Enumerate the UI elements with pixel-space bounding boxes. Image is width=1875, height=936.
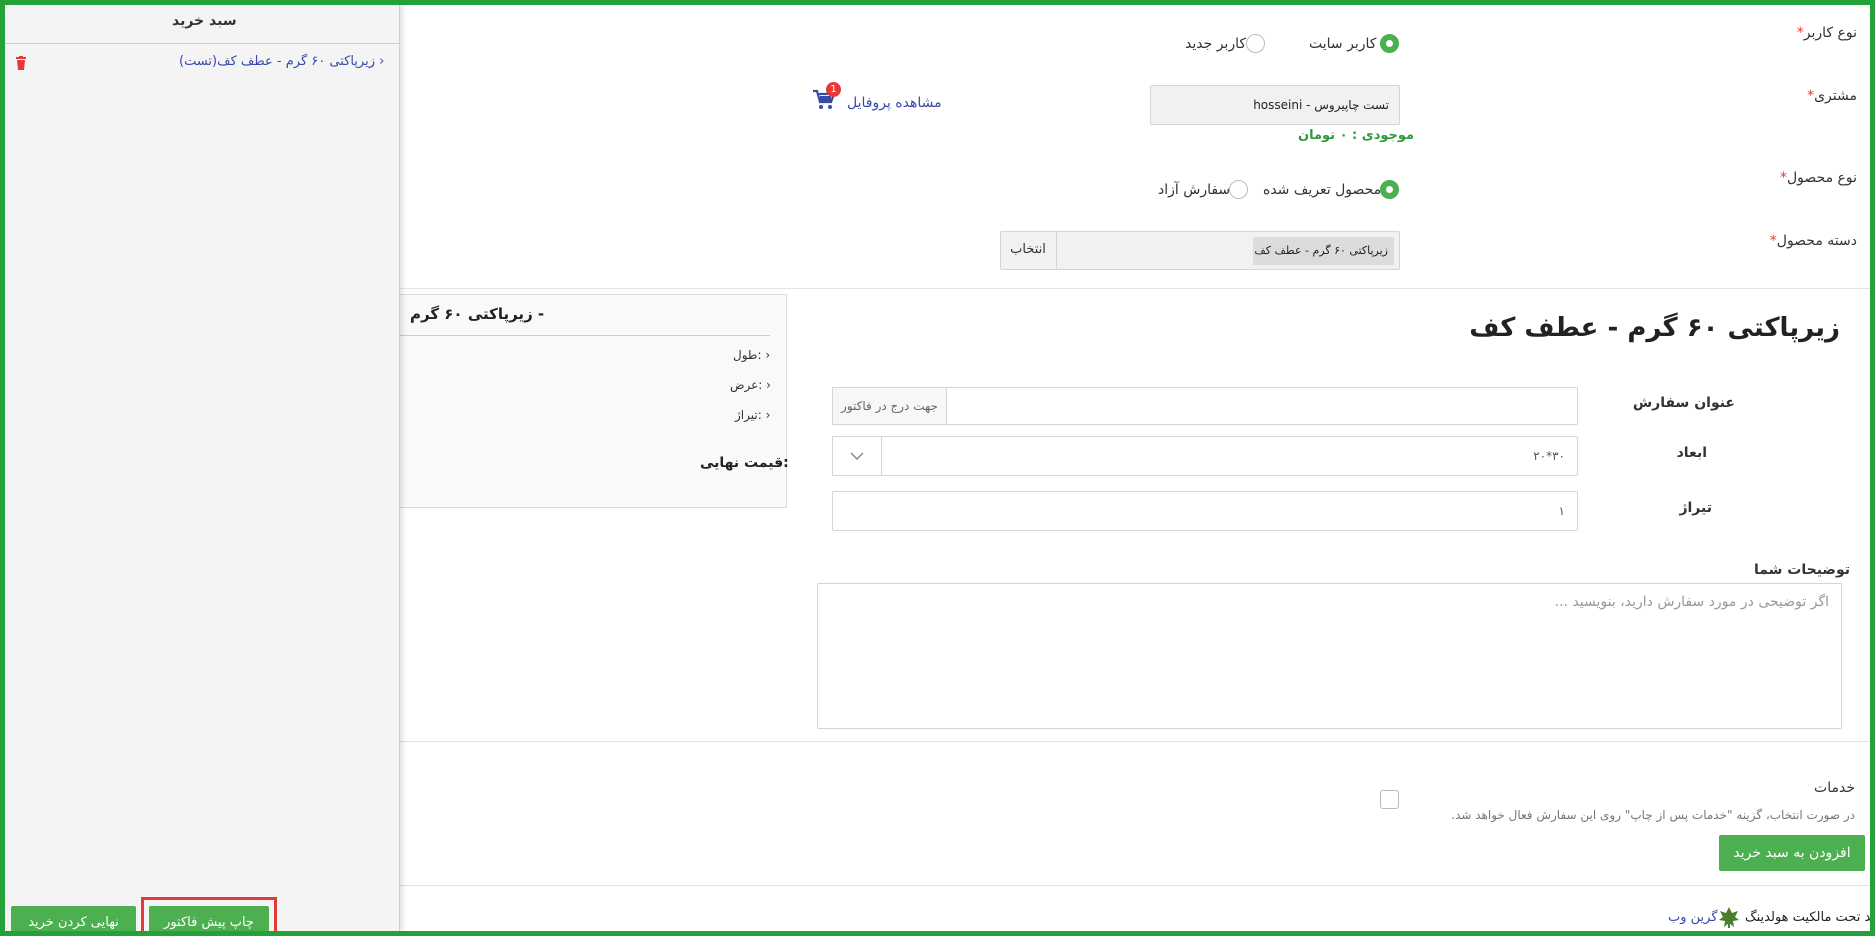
customer-label: *مشتری xyxy=(1807,88,1857,104)
chevron-icon: › xyxy=(765,348,771,362)
balance-text: موجودی : ۰ تومان xyxy=(1298,128,1415,143)
cart-sidebar: سبد خرید ‹ زیرپاکتی ۶۰ گرم - عطف کف(تست)… xyxy=(5,5,400,931)
radio-new-user-label: کاربر جدید xyxy=(1185,36,1247,52)
notes-textarea[interactable]: اگر توضیحی در مورد سفارش دارید، بنویسید … xyxy=(817,583,1842,729)
main-area: *نوع کاربر کاربر سایت کاربر جدید *مشتری … xyxy=(390,5,1870,931)
summary-divider xyxy=(400,335,770,336)
quantity-label: تیراژ xyxy=(1679,500,1712,516)
dimensions-dropdown-button[interactable] xyxy=(832,436,882,476)
dimensions-label: ابعاد xyxy=(1676,445,1707,461)
services-checkbox[interactable] xyxy=(1380,790,1399,809)
final-price-label: قیمت نهایی: xyxy=(700,455,789,471)
order-title-label: عنوان سفارش xyxy=(1632,395,1735,411)
print-invoice-button[interactable]: چاپ پیش فاکتور xyxy=(149,906,269,931)
quantity-input[interactable]: ۱ xyxy=(832,491,1578,531)
summary-quantity: تیراژ: › xyxy=(735,408,771,422)
category-label: *دسته محصول xyxy=(1769,233,1857,249)
radio-free-order-label: سفارش آزاد xyxy=(1158,182,1231,198)
radio-new-user[interactable] xyxy=(1246,34,1265,53)
chevron-icon: › xyxy=(766,378,771,392)
radio-defined-product-label: محصول تعریف شده xyxy=(1263,182,1382,198)
summary-width: عرض: › xyxy=(730,378,771,392)
divider xyxy=(400,885,1870,886)
radio-site-user-label: کاربر سایت xyxy=(1309,36,1377,52)
summary-box xyxy=(390,294,787,508)
cart-count-badge: 1 xyxy=(826,82,841,97)
select-category-button[interactable]: انتخاب xyxy=(1000,231,1057,270)
radio-free-order[interactable] xyxy=(1229,180,1248,199)
cart-divider xyxy=(5,43,400,44)
summary-title: زیرپاکتی ۶۰ گرم - xyxy=(410,305,545,323)
customer-input[interactable]: تست چاپیروس - hosseini xyxy=(1150,85,1400,125)
footer-brand-link[interactable]: گرین وب xyxy=(1668,910,1718,925)
radio-defined-product[interactable] xyxy=(1380,180,1399,199)
services-label: خدمات xyxy=(1814,780,1855,796)
leaf-logo-icon xyxy=(1717,905,1741,929)
footer-text: برند تحت مالکیت هولدینگ xyxy=(1745,910,1875,925)
user-type-label: *نوع کاربر xyxy=(1796,25,1857,41)
divider xyxy=(400,288,1870,289)
chevron-icon: › xyxy=(765,408,771,422)
product-type-label: *نوع محصول xyxy=(1779,170,1857,186)
chevron-down-icon xyxy=(850,452,864,461)
order-title-addon: جهت درج در فاکتور xyxy=(832,387,947,425)
cart-item[interactable]: ‹ زیرپاکتی ۶۰ گرم - عطف کف(تست) xyxy=(179,54,384,69)
cart-title: سبد خرید xyxy=(172,13,237,29)
trash-icon[interactable] xyxy=(15,56,27,70)
summary-length: طول: › xyxy=(733,348,771,362)
profile-link[interactable]: مشاهده پروفایل xyxy=(847,95,942,111)
chevron-icon: ‹ xyxy=(374,54,385,69)
add-to-cart-button[interactable]: افزودن به سبد خرید xyxy=(1719,835,1865,871)
services-note: در صورت انتخاب، گزینه "خدمات پس از چاپ" … xyxy=(1451,808,1855,822)
window-frame: *نوع کاربر کاربر سایت کاربر جدید *مشتری … xyxy=(0,0,1875,936)
divider xyxy=(400,741,1870,742)
product-title: زیرپاکتی ۶۰ گرم - عطف کف xyxy=(1469,313,1840,343)
dimensions-select[interactable]: ۳۰*۲۰ xyxy=(832,436,1578,476)
category-chip[interactable]: زیرپاکتی ۶۰ گرم - عطف کف xyxy=(1253,237,1394,265)
notes-label: توضیحات شما xyxy=(1754,562,1850,578)
finalize-purchase-button[interactable]: نهایی کردن خرید xyxy=(11,906,136,931)
radio-site-user[interactable] xyxy=(1380,34,1399,53)
